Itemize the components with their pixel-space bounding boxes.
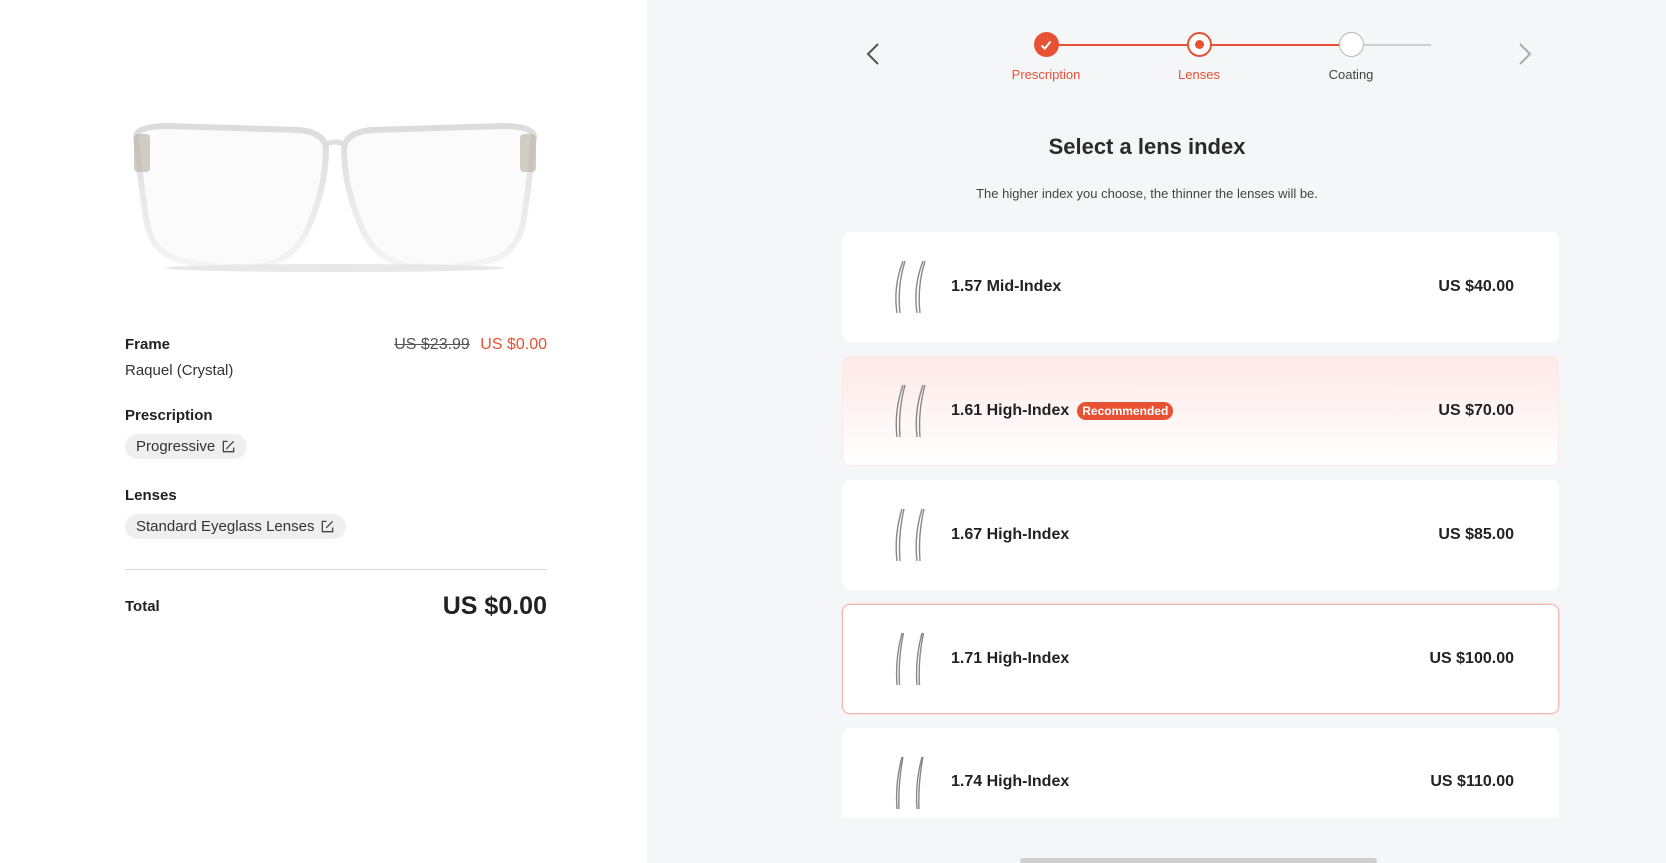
lens-option-1-67[interactable]: 1.67 High-Index US $85.00 xyxy=(842,480,1559,590)
lens-option-price: US $70.00 xyxy=(1438,402,1514,419)
lens-index-options: 1.57 Mid-Index US $40.00 1.61 High-Index… xyxy=(842,232,1559,832)
prescription-value: Progressive xyxy=(136,438,216,455)
step-label: Prescription xyxy=(1011,67,1081,82)
summary-divider xyxy=(125,569,547,570)
prescription-chip[interactable]: Progressive xyxy=(125,434,248,459)
frame-price: US $23.99 US $0.00 xyxy=(394,336,547,354)
page-subtitle: The higher index you choose, the thinner… xyxy=(976,186,1318,201)
lens-option-label: 1.74 High-Index xyxy=(951,773,1070,790)
frame-label: Frame xyxy=(125,336,171,353)
lens-option-label: 1.71 High-Index xyxy=(951,650,1070,667)
lens-option-name: 1.74 High-Index xyxy=(951,773,1069,791)
lens-option-label: 1.57 Mid-Index xyxy=(951,278,1062,295)
frame-row: Frame US $23.99 US $0.00 xyxy=(125,336,547,354)
lens-option-1-74[interactable]: 1.74 High-Index US $110.00 xyxy=(842,728,1559,818)
prescription-label: Prescription xyxy=(125,407,213,424)
lens-option-price: US $40.00 xyxy=(1438,278,1514,295)
recommended-badge: Recommended xyxy=(1077,402,1174,420)
lenses-section: Lenses Standard Eyeglass Lenses xyxy=(125,487,547,539)
lens-option-name: 1.71 High-Index xyxy=(951,650,1069,668)
lens-option-price: US $85.00 xyxy=(1438,526,1514,543)
frame-price-discounted: US $0.00 xyxy=(480,336,547,353)
lens-option-label: 1.67 High-Index xyxy=(951,526,1070,543)
step-active-dot xyxy=(1186,32,1212,57)
lens-option-1-61[interactable]: 1.61 High-Index Recommended US $70.00 xyxy=(842,356,1559,466)
lens-profile-icon xyxy=(895,632,925,686)
page-title: Select a lens index xyxy=(1048,134,1246,159)
step-label: Lenses xyxy=(1178,67,1220,82)
lenses-label: Lenses xyxy=(125,487,177,504)
lens-option-price: US $100.00 xyxy=(1429,650,1514,667)
lenses-value: Standard Eyeglass Lenses xyxy=(136,518,315,535)
progress-stepper: Prescription Lenses Coating xyxy=(647,30,1666,100)
lenses-chip[interactable]: Standard Eyeglass Lenses xyxy=(125,514,347,539)
continue-button[interactable] xyxy=(1020,858,1377,863)
eyeglasses-product-image xyxy=(132,122,538,272)
step-prescription[interactable]: Prescription xyxy=(976,32,1116,82)
check-icon xyxy=(1040,40,1052,50)
step-done-dot xyxy=(1033,32,1059,57)
lens-profile-icon xyxy=(895,384,926,438)
order-summary-panel: Frame US $23.99 US $0.00 Raquel (Crystal… xyxy=(0,0,647,863)
lens-profile-icon xyxy=(895,756,924,810)
lens-option-name: 1.61 High-Index Recommended xyxy=(951,402,1174,420)
frame-price-original: US $23.99 xyxy=(394,336,470,353)
lens-profile-icon xyxy=(895,508,925,562)
edit-icon[interactable] xyxy=(320,519,335,534)
step-lenses[interactable]: Lenses xyxy=(1129,32,1269,82)
step-coating[interactable]: Coating xyxy=(1281,32,1421,82)
lens-option-1-71[interactable]: 1.71 High-Index US $100.00 xyxy=(842,604,1559,714)
lens-profile-icon xyxy=(895,260,926,314)
lens-option-price: US $110.00 xyxy=(1430,773,1514,790)
frame-name: Raquel (Crystal) xyxy=(125,362,234,379)
total-label: Total xyxy=(125,598,160,615)
lens-option-name: 1.67 High-Index xyxy=(951,526,1069,544)
lens-option-label: 1.61 High-Index xyxy=(951,402,1070,419)
total-value: US $0.00 xyxy=(442,592,547,620)
lens-selection-panel: Prescription Lenses Coating Select a len… xyxy=(647,0,1666,863)
lens-option-1-57[interactable]: 1.57 Mid-Index US $40.00 xyxy=(842,232,1559,342)
summary-details: Frame US $23.99 US $0.00 Raquel (Crystal… xyxy=(125,336,547,621)
edit-icon[interactable] xyxy=(221,439,236,454)
step-label: Coating xyxy=(1328,67,1374,82)
step-todo-dot xyxy=(1338,32,1364,57)
total-row: Total US $0.00 xyxy=(125,592,547,621)
lens-option-name: 1.57 Mid-Index xyxy=(951,278,1061,296)
prescription-section: Prescription Progressive xyxy=(125,407,547,459)
